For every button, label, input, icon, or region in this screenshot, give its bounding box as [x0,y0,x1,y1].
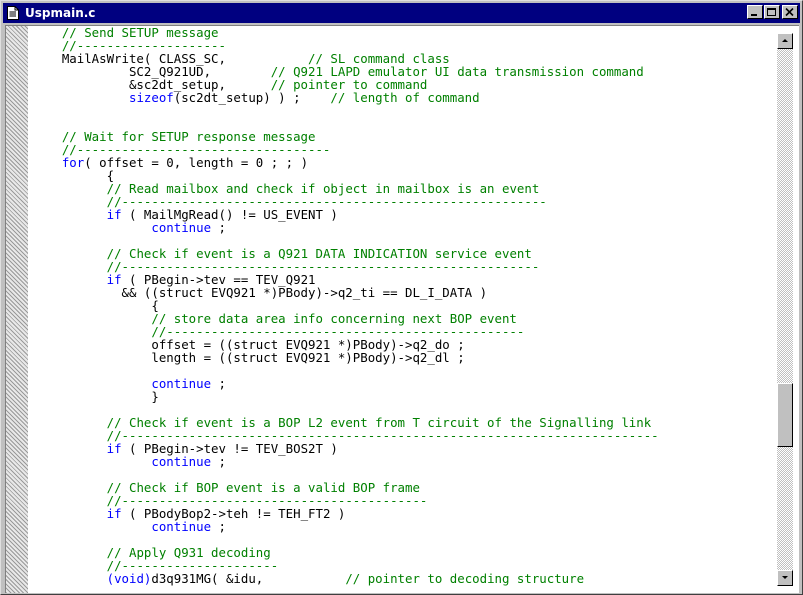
arrow-down-icon [782,576,788,579]
code-keyword: continue [151,220,212,235]
maximize-icon [767,8,776,16]
code-line[interactable]: (void)d3q931MG( &idu, // pointer to deco… [32,572,776,585]
code-text: (sc2dt_setup) ) ; [173,90,331,105]
editor-area[interactable]: // Send SETUP message //----------------… [5,25,799,593]
code-line[interactable]: continue ; [32,221,776,234]
code-keyword: continue [151,376,212,391]
close-button[interactable] [782,5,798,19]
title-bar[interactable]: Uspmain.c [3,3,800,23]
maximize-button[interactable] [764,5,780,19]
code-comment: // length of command [330,90,480,105]
code-keyword: continue [151,519,212,534]
minimize-icon [751,14,757,16]
document-icon[interactable] [7,6,19,20]
code-text: ; [211,376,226,391]
minimize-button[interactable] [747,5,763,19]
code-text: d3q931MG( &idu, [151,571,346,586]
code-line[interactable]: continue ; [32,520,776,533]
selection-margin[interactable] [6,26,28,593]
code-line[interactable]: continue ; [32,455,776,468]
code-text: ( offset = 0, length = 0 ; ; ) [84,155,309,170]
code-line[interactable] [32,104,776,117]
code-line[interactable]: sizeof(sc2dt_setup) ) ; // length of com… [32,91,776,104]
code-text: ; [211,220,226,235]
code-line[interactable]: for( offset = 0, length = 0 ; ; ) [32,156,776,169]
code-line[interactable]: } [32,390,776,403]
code-view[interactable]: // Send SETUP message //----------------… [32,26,776,593]
editor-window: Uspmain.c // Send SETUP message //------… [0,0,803,595]
window-title: Uspmain.c [25,6,96,20]
scroll-thumb[interactable] [777,383,793,447]
arrow-up-icon [782,39,788,42]
code-text: ; [211,519,226,534]
vertical-scrollbar[interactable] [777,33,793,586]
code-comment: // pointer to decoding structure [345,571,585,586]
source-code[interactable]: // Send SETUP message //----------------… [32,26,776,585]
code-keyword: continue [151,454,212,469]
close-icon [785,8,794,17]
code-keyword: (void) [106,571,152,586]
code-keyword: sizeof [128,90,174,105]
code-text: } [32,389,159,404]
scroll-down-button[interactable] [777,570,793,586]
code-line[interactable]: length = ((struct EVQ921 *)PBody)->q2_dl… [32,351,776,364]
scroll-up-button[interactable] [777,33,793,49]
code-text: ; [211,454,226,469]
code-text: length = ((struct EVQ921 *)PBody)->q2_dl… [32,350,465,365]
